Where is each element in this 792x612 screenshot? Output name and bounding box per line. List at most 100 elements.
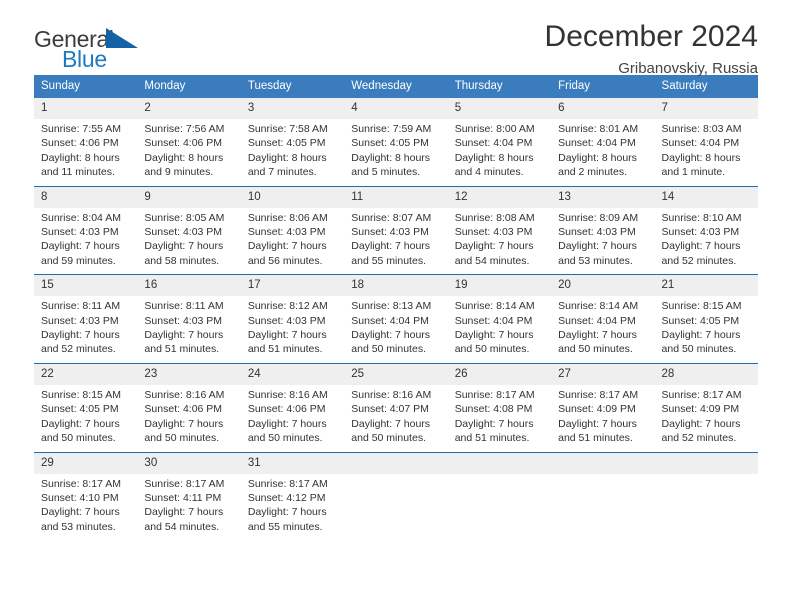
- daylight-text-line1: Daylight: 8 hours: [661, 151, 741, 164]
- day-cell[interactable]: 29 Sunrise: 8:17 AM Sunset: 4:10 PM Dayl…: [34, 451, 138, 541]
- calendar-week-row: 22 Sunrise: 8:15 AM Sunset: 4:05 PM Dayl…: [34, 362, 758, 452]
- day-details: Sunrise: 7:56 AM Sunset: 4:06 PM Dayligh…: [137, 119, 240, 186]
- sunrise-text: Sunrise: 8:16 AM: [351, 388, 432, 401]
- day-cell[interactable]: 7 Sunrise: 8:03 AM Sunset: 4:04 PM Dayli…: [654, 98, 758, 186]
- day-cell[interactable]: 27 Sunrise: 8:17 AM Sunset: 4:09 PM Dayl…: [551, 362, 655, 452]
- day-cell[interactable]: 30 Sunrise: 8:17 AM Sunset: 4:11 PM Dayl…: [137, 451, 241, 541]
- day-number: 18: [344, 275, 448, 297]
- day-cell[interactable]: 19 Sunrise: 8:14 AM Sunset: 4:04 PM Dayl…: [447, 274, 552, 364]
- day-number: 1: [34, 98, 138, 119]
- day-cell[interactable]: 9 Sunrise: 8:05 AM Sunset: 4:03 PM Dayli…: [137, 185, 241, 275]
- sunrise-text: Sunrise: 8:17 AM: [247, 477, 328, 490]
- day-cell[interactable]: 25 Sunrise: 8:16 AM Sunset: 4:07 PM Dayl…: [344, 362, 448, 452]
- sunrise-text: Sunrise: 8:03 AM: [661, 123, 742, 135]
- day-details: Sunrise: 8:13 AM Sunset: 4:04 PM Dayligh…: [344, 296, 447, 363]
- sunrise-text: Sunrise: 8:15 AM: [661, 300, 742, 313]
- day-cell[interactable]: 24 Sunrise: 8:16 AM Sunset: 4:06 PM Dayl…: [240, 362, 345, 452]
- day-details: Sunrise: 8:16 AM Sunset: 4:06 PM Dayligh…: [137, 385, 240, 452]
- sunrise-text: Sunrise: 8:00 AM: [454, 123, 535, 135]
- daylight-text-line1: Daylight: 7 hours: [41, 329, 120, 342]
- day-cell[interactable]: 11 Sunrise: 8:07 AM Sunset: 4:03 PM Dayl…: [344, 185, 448, 275]
- day-details: Sunrise: 8:16 AM Sunset: 4:07 PM Dayligh…: [344, 385, 447, 452]
- daylight-text-line1: Daylight: 7 hours: [144, 329, 224, 342]
- day-details: Sunrise: 8:16 AM Sunset: 4:06 PM Dayligh…: [241, 385, 344, 452]
- sunrise-text: Sunrise: 8:16 AM: [144, 388, 225, 401]
- day-number: 24: [240, 363, 345, 385]
- daylight-text-line2: and 1 minute.: [661, 166, 726, 179]
- day-cell[interactable]: 4 Sunrise: 7:59 AM Sunset: 4:05 PM Dayli…: [344, 98, 448, 186]
- sunrise-text: Sunrise: 8:01 AM: [558, 123, 639, 135]
- daylight-text-line2: and 52 minutes.: [41, 343, 116, 356]
- logo-text-blue: Blue: [62, 46, 107, 72]
- sunrise-text: Sunrise: 7:56 AM: [144, 123, 225, 135]
- day-cell[interactable]: 28 Sunrise: 8:17 AM Sunset: 4:09 PM Dayl…: [654, 362, 758, 452]
- sunset-text: Sunset: 4:03 PM: [247, 314, 326, 327]
- day-cell[interactable]: 14 Sunrise: 8:10 AM Sunset: 4:03 PM Dayl…: [654, 185, 758, 275]
- sunset-text: Sunset: 4:04 PM: [558, 314, 636, 327]
- day-cell[interactable]: 13 Sunrise: 8:09 AM Sunset: 4:03 PM Dayl…: [551, 185, 655, 275]
- day-cell[interactable]: 22 Sunrise: 8:15 AM Sunset: 4:05 PM Dayl…: [34, 362, 138, 452]
- weekday-header-monday: Monday: [137, 75, 241, 98]
- sunrise-text: Sunrise: 8:10 AM: [661, 211, 742, 224]
- sunrise-text: Sunrise: 8:12 AM: [247, 300, 328, 313]
- day-cell[interactable]: 16 Sunrise: 8:11 AM Sunset: 4:03 PM Dayl…: [137, 274, 241, 364]
- daylight-text-line1: Daylight: 8 hours: [351, 151, 431, 164]
- weekday-header-tuesday: Tuesday: [240, 75, 345, 98]
- day-cell[interactable]: 23 Sunrise: 8:16 AM Sunset: 4:06 PM Dayl…: [137, 362, 241, 452]
- sunrise-sunset-calendar-table: Sunday Monday Tuesday Wednesday Thursday…: [34, 75, 758, 541]
- daylight-text-line1: Daylight: 7 hours: [247, 506, 327, 519]
- sunset-text: Sunset: 4:10 PM: [41, 491, 119, 504]
- day-number: 29: [34, 452, 138, 474]
- sunset-text: Sunset: 4:09 PM: [558, 403, 636, 416]
- day-cell[interactable]: 20 Sunrise: 8:14 AM Sunset: 4:04 PM Dayl…: [551, 274, 655, 364]
- daylight-text-line2: and 50 minutes.: [661, 343, 737, 356]
- page-header: General Blue December 2024 Gribanovskiy,…: [34, 0, 758, 77]
- daylight-text-line1: Daylight: 8 hours: [558, 151, 637, 164]
- day-cell[interactable]: 1 Sunrise: 7:55 AM Sunset: 4:06 PM Dayli…: [34, 98, 138, 186]
- day-cell[interactable]: 8 Sunrise: 8:04 AM Sunset: 4:03 PM Dayli…: [34, 185, 138, 275]
- daylight-text-line1: Daylight: 7 hours: [41, 506, 120, 519]
- general-blue-logo[interactable]: General Blue: [34, 20, 154, 72]
- sunset-text: Sunset: 4:06 PM: [144, 403, 223, 416]
- day-cell[interactable]: 18 Sunrise: 8:13 AM Sunset: 4:04 PM Dayl…: [344, 274, 448, 364]
- day-cell[interactable]: 15 Sunrise: 8:11 AM Sunset: 4:03 PM Dayl…: [34, 274, 138, 364]
- page-title: December 2024: [544, 20, 758, 53]
- daylight-text-line2: and 55 minutes.: [351, 254, 426, 267]
- daylight-text-line1: Daylight: 7 hours: [454, 417, 534, 430]
- day-number: 8: [34, 186, 138, 208]
- day-cell[interactable]: 31 Sunrise: 8:17 AM Sunset: 4:12 PM Dayl…: [240, 451, 345, 541]
- day-cell[interactable]: 10 Sunrise: 8:06 AM Sunset: 4:03 PM Dayl…: [240, 185, 345, 275]
- daylight-text-line2: and 50 minutes.: [144, 432, 220, 445]
- day-cell-empty: [344, 451, 448, 541]
- day-cell[interactable]: 5 Sunrise: 8:00 AM Sunset: 4:04 PM Dayli…: [447, 98, 552, 186]
- daylight-text-line2: and 4 minutes.: [454, 166, 524, 179]
- sunset-text: Sunset: 4:03 PM: [454, 226, 533, 239]
- day-details: Sunrise: 8:15 AM Sunset: 4:05 PM Dayligh…: [34, 385, 137, 452]
- daylight-text-line2: and 11 minutes.: [41, 166, 115, 179]
- daylight-text-line2: and 53 minutes.: [558, 254, 633, 267]
- sunrise-text: Sunrise: 8:07 AM: [351, 211, 432, 224]
- day-cell[interactable]: 2 Sunrise: 7:56 AM Sunset: 4:06 PM Dayli…: [137, 98, 241, 186]
- daylight-text-line1: Daylight: 7 hours: [41, 240, 120, 253]
- daylight-text-line2: and 55 minutes.: [247, 520, 323, 533]
- day-cell[interactable]: 12 Sunrise: 8:08 AM Sunset: 4:03 PM Dayl…: [447, 185, 552, 275]
- day-details: Sunrise: 8:17 AM Sunset: 4:09 PM Dayligh…: [551, 385, 654, 452]
- calendar-body: 1 Sunrise: 7:55 AM Sunset: 4:06 PM Dayli…: [34, 98, 758, 541]
- daylight-text-line1: Daylight: 8 hours: [247, 151, 327, 164]
- daylight-text-line2: and 7 minutes.: [247, 166, 317, 179]
- day-number: 4: [344, 98, 448, 119]
- day-number: 22: [34, 363, 138, 385]
- day-cell[interactable]: 17 Sunrise: 8:12 AM Sunset: 4:03 PM Dayl…: [240, 274, 345, 364]
- day-number: 9: [137, 186, 241, 208]
- day-cell[interactable]: 6 Sunrise: 8:01 AM Sunset: 4:04 PM Dayli…: [551, 98, 655, 186]
- day-number: [551, 452, 655, 474]
- day-cell[interactable]: 26 Sunrise: 8:17 AM Sunset: 4:08 PM Dayl…: [447, 362, 552, 452]
- day-number: 11: [344, 186, 448, 208]
- day-number: 23: [137, 363, 241, 385]
- daylight-text-line1: Daylight: 7 hours: [558, 417, 637, 430]
- daylight-text-line2: and 50 minutes.: [247, 432, 323, 445]
- day-cell[interactable]: 3 Sunrise: 7:58 AM Sunset: 4:05 PM Dayli…: [240, 98, 345, 186]
- weekday-header-wednesday: Wednesday: [344, 75, 448, 98]
- day-cell[interactable]: 21 Sunrise: 8:15 AM Sunset: 4:05 PM Dayl…: [654, 274, 758, 364]
- calendar-page: General Blue December 2024 Gribanovskiy,…: [0, 0, 792, 612]
